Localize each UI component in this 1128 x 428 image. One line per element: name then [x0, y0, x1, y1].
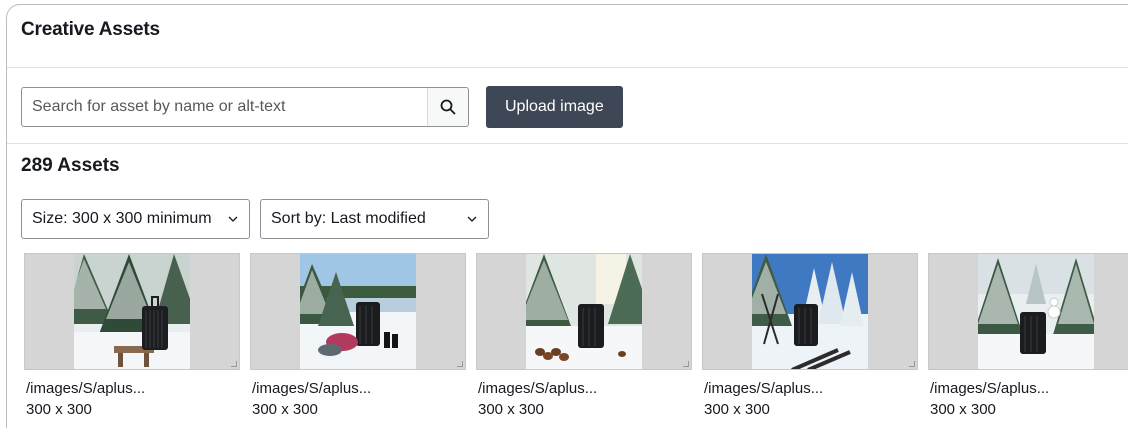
asset-image: [978, 254, 1094, 369]
creative-assets-panel: Creative Assets Upload image 289 Assets …: [6, 4, 1128, 428]
asset-thumbnail[interactable]: [476, 253, 692, 370]
sort-value: Sort by: Last modified: [271, 210, 426, 227]
asset-thumbnail[interactable]: [702, 253, 918, 370]
asset-thumbnail[interactable]: [24, 253, 240, 370]
asset-dimensions: 300 x 300: [930, 401, 996, 418]
asset-card[interactable]: /images/S/aplus... 300 x 300: [250, 253, 466, 420]
upload-image-button[interactable]: Upload image: [486, 86, 623, 128]
asset-name: /images/S/aplus...: [26, 380, 146, 397]
filters-row: Size: 300 x 300 minimum Sort by: Last mo…: [21, 199, 489, 239]
asset-card[interactable]: /images/S/aplus... 300 x 300: [24, 253, 240, 420]
asset-image: [74, 254, 190, 369]
size-filter-select[interactable]: Size: 300 x 300 minimum: [21, 199, 250, 239]
chevron-down-icon: [466, 213, 478, 225]
asset-dimensions: 300 x 300: [252, 401, 318, 418]
asset-dimensions: 300 x 300: [26, 401, 92, 418]
size-filter-value: Size: 300 x 300 minimum: [32, 210, 212, 227]
search-input[interactable]: [22, 88, 427, 126]
asset-thumbnail[interactable]: [928, 253, 1128, 370]
asset-count: 289 Assets: [21, 155, 120, 176]
divider: [7, 143, 1128, 144]
asset-grid: /images/S/aplus... 300 x 300 /images/S/a…: [24, 253, 1128, 420]
asset-dimensions: 300 x 300: [478, 401, 544, 418]
asset-info: /images/S/aplus... 300 x 300: [24, 370, 240, 420]
asset-name: /images/S/aplus...: [704, 380, 824, 397]
resize-handle-icon: [909, 361, 915, 367]
asset-card[interactable]: /images/S/aplus... 300 x 300: [928, 253, 1128, 420]
search-box: [21, 87, 469, 127]
asset-name: /images/S/aplus...: [252, 380, 372, 397]
page-title: Creative Assets: [21, 19, 160, 40]
asset-info: /images/S/aplus... 300 x 300: [928, 370, 1128, 420]
resize-handle-icon: [683, 361, 689, 367]
sort-select[interactable]: Sort by: Last modified: [260, 199, 489, 239]
resize-handle-icon: [457, 361, 463, 367]
asset-card[interactable]: /images/S/aplus... 300 x 300: [476, 253, 692, 420]
asset-card[interactable]: /images/S/aplus... 300 x 300: [702, 253, 918, 420]
search-icon: [440, 99, 456, 115]
asset-name: /images/S/aplus...: [930, 380, 1050, 397]
toolbar: Upload image: [21, 86, 623, 128]
asset-image: [752, 254, 868, 369]
asset-dimensions: 300 x 300: [704, 401, 770, 418]
asset-info: /images/S/aplus... 300 x 300: [250, 370, 466, 420]
asset-image: [300, 254, 416, 369]
asset-info: /images/S/aplus... 300 x 300: [476, 370, 692, 420]
asset-image: [526, 254, 642, 369]
search-button[interactable]: [427, 88, 468, 126]
asset-thumbnail[interactable]: [250, 253, 466, 370]
resize-handle-icon: [231, 361, 237, 367]
chevron-down-icon: [227, 213, 239, 225]
asset-name: /images/S/aplus...: [478, 380, 598, 397]
asset-info: /images/S/aplus... 300 x 300: [702, 370, 918, 420]
panel-header: Creative Assets: [7, 5, 1128, 68]
